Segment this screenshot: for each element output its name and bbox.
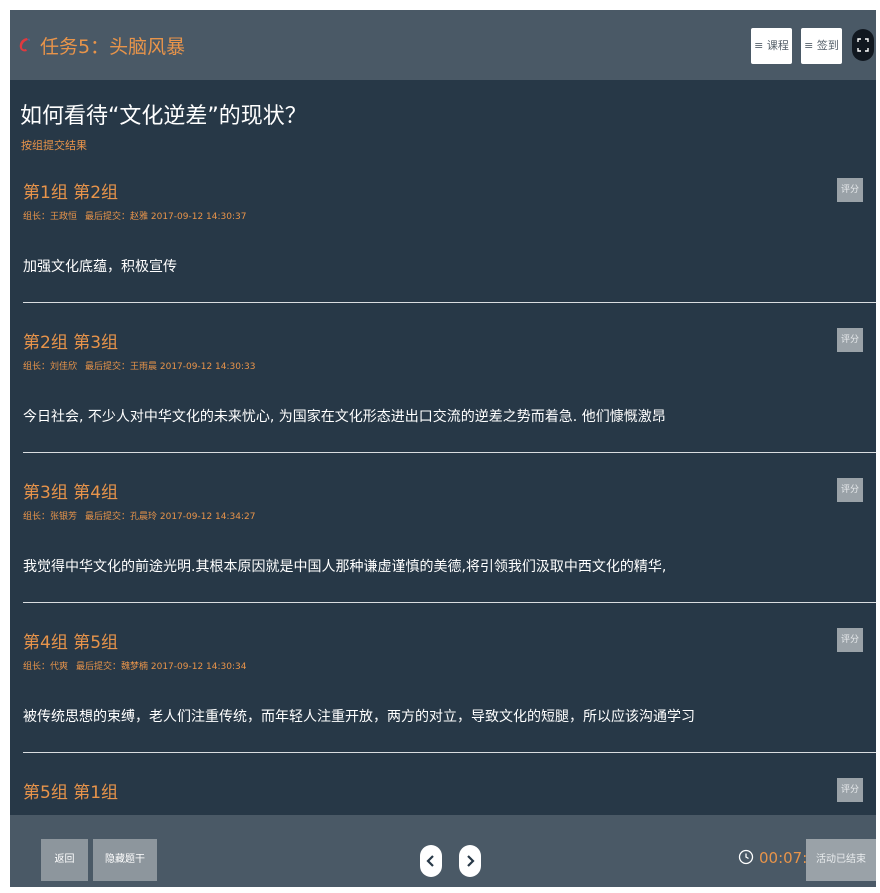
group-entry: 第1组 第2组 组长：王政恒 最后提交：赵雅 2017-09-12 14:30:3… [10,178,876,328]
group-name: 第5组 第1组 [23,783,119,803]
group-entry: 第3组 第4组 组长：张银芳 最后提交：孔晨玲 2017-09-12 14:34:… [10,478,876,628]
chevron-right-icon [467,855,475,867]
app-frame: 任务5：头脑风暴 ≡ 课程 ≡ 签到 如何看待“文化逆差”的现状？ 按组提交结果… [10,10,876,887]
group-leader: 组长：刘佳欣 [23,362,78,372]
group-leader: 组长：代爽 [23,662,69,672]
entry-meta: 组长：张银芳 最后提交：孔晨玲 2017-09-12 14:34:27 [23,509,263,522]
group-entry: 第2组 第3组 组长：刘佳欣 最后提交：王雨晨 2017-09-12 14:30:… [10,328,876,478]
entry-content: 今日社会, 不少人对中华文化的未来忧心, 为国家在文化形态进出口交流的逆差之势而… [23,409,666,425]
question-title: 如何看待“文化逆差”的现状？ [20,104,307,129]
last-submit: 最后提交：魏梦楠 2017-09-12 14:30:34 [76,662,247,672]
prev-button[interactable] [420,845,442,877]
entry-meta: 组长：王政恒 最后提交：赵雅 2017-09-12 14:30:37 [23,209,254,222]
entry-meta: 组长：代爽 最后提交：魏梦楠 2017-09-12 14:30:34 [23,659,254,672]
group-entry: 第5组 第1组 评分 [10,778,876,815]
hide-question-button[interactable]: 隐藏题干 [93,839,157,881]
group-name: 第4组 第5组 [23,633,119,653]
task-title: 任务5：头脑风暴 [40,36,186,58]
last-submit: 最后提交：王雨晨 2017-09-12 14:30:33 [85,362,256,372]
back-button[interactable]: 返回 [41,839,88,881]
entry-divider [23,752,876,753]
group-name: 第1组 第2组 [23,183,119,203]
app-logo [19,38,30,52]
entry-content: 加强文化底蕴，积极宣传 [23,259,177,275]
group-leader: 组长：张银芳 [23,512,78,522]
entry-divider [23,602,876,603]
grade-button[interactable]: 评分 [837,478,863,502]
header-bar: 任务5：头脑风暴 ≡ 课程 ≡ 签到 [10,10,876,80]
grade-button[interactable]: 评分 [837,178,863,202]
submit-mode-label: 按组提交结果 [21,139,87,152]
chevron-left-icon [426,855,434,867]
grade-button[interactable]: 评分 [837,628,863,652]
group-leader: 组长：王政恒 [23,212,78,222]
last-submit: 最后提交：赵雅 2017-09-12 14:30:37 [85,212,247,222]
entry-meta: 组长：刘佳欣 最后提交：王雨晨 2017-09-12 14:30:33 [23,359,263,372]
entry-content: 我觉得中华文化的前途光明.其根本原因就是中国人那种谦虚谨慎的美德,将引领我们汲取… [23,559,667,575]
course-button[interactable]: ≡ 课程 [751,28,792,64]
entry-divider [23,302,876,303]
footer-bar: 返回 隐藏题干 00:07:27 活动已结束 [10,815,876,887]
last-submit: 最后提交：孔晨玲 2017-09-12 14:34:27 [85,512,256,522]
group-name: 第2组 第3组 [23,333,119,353]
activity-ended-button[interactable]: 活动已结束 [806,839,876,881]
group-entry: 第4组 第5组 组长：代爽 最后提交：魏梦楠 2017-09-12 14:30:3… [10,628,876,778]
next-button[interactable] [459,845,481,877]
clock-icon [738,849,754,865]
entry-divider [23,452,876,453]
checkin-button[interactable]: ≡ 签到 [801,28,842,64]
grade-button[interactable]: 评分 [837,328,863,352]
grade-button[interactable]: 评分 [837,778,863,802]
group-name: 第3组 第4组 [23,483,119,503]
fullscreen-button[interactable] [852,29,874,61]
fullscreen-icon [857,38,869,52]
entry-content: 被传统思想的束缚，老人们注重传统，而年轻人注重开放，两方的对立，导致文化的短腿，… [23,709,695,725]
